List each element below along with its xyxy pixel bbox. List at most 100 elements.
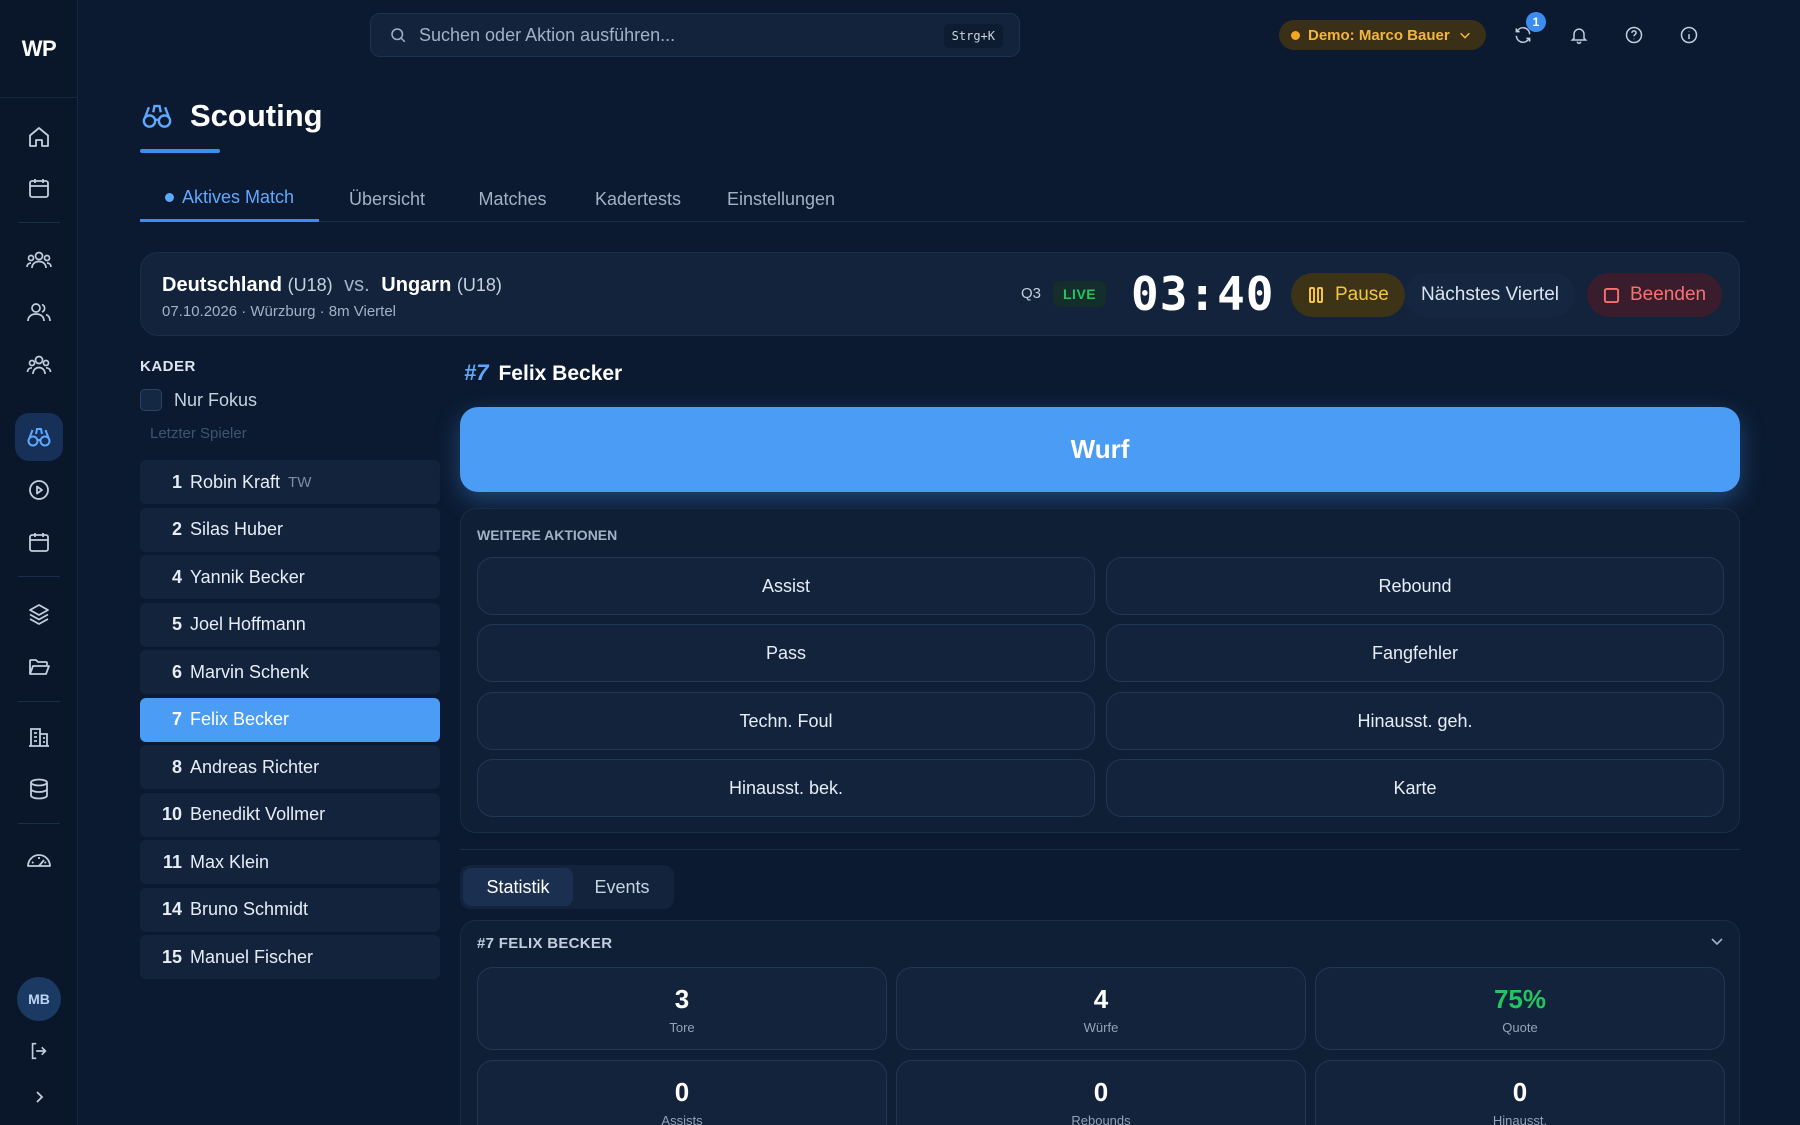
player-name: Silas Huber (190, 519, 284, 539)
sidebar-user-avatar[interactable]: MB (17, 977, 61, 1021)
end-match-button[interactable]: Beenden (1587, 273, 1723, 317)
search-input[interactable]: Suchen oder Aktion ausführen... Strg+K (370, 13, 1020, 57)
bell-icon[interactable] (1564, 20, 1594, 50)
player-row[interactable]: 11 Max Klein (140, 840, 440, 884)
player-row[interactable]: 4 Yannik Becker (140, 555, 440, 599)
stat-card-goals: 3 Tore (477, 967, 887, 1050)
pause-icon (1309, 287, 1323, 303)
action-exclusion-received-button[interactable]: Hinausst. geh. (1106, 692, 1724, 750)
demo-user-switcher[interactable]: Demo: Marco Bauer (1279, 20, 1486, 50)
player-row[interactable]: 6 Marvin Schenk (140, 650, 440, 694)
stat-value: 0 (1512, 1077, 1528, 1107)
player-name: Felix Becker (190, 709, 290, 729)
help-icon[interactable] (1619, 20, 1649, 50)
binoculars-icon (142, 104, 172, 128)
database-icon[interactable] (15, 765, 63, 813)
demo-status-dot (1291, 30, 1300, 40)
action-tech-foul-button[interactable]: Techn. Foul (477, 692, 1095, 750)
player-name: Marvin Schenk (190, 661, 310, 682)
stat-label: Hinausst. (1492, 1113, 1548, 1125)
player-number: 7 (171, 709, 182, 729)
tab-matches[interactable]: Matches (455, 176, 570, 222)
pause-button[interactable]: Pause (1291, 273, 1405, 317)
gauge-icon[interactable] (15, 836, 63, 884)
stat-value: 0 (674, 1077, 690, 1107)
users-icon[interactable] (15, 288, 63, 336)
stat-label: Rebounds (1071, 1113, 1131, 1125)
stat-value: 3 (674, 984, 690, 1014)
sidebar-divider (18, 576, 60, 577)
home-team: Deutschland (162, 274, 283, 296)
match-info: 07.10.2026 · Würzburg · 8m Viertel (162, 303, 397, 320)
info-icon[interactable] (1674, 20, 1704, 50)
live-dot (164, 193, 174, 202)
logout-icon[interactable] (15, 1027, 63, 1075)
player-name: Robin Kraft (190, 471, 281, 492)
sidebar: WP MB (0, 0, 78, 1125)
group-icon[interactable] (15, 341, 63, 389)
player-number: 2 (171, 519, 182, 539)
action-exclusion-drawn-button[interactable]: Hinausst. bek. (477, 759, 1095, 817)
chevron-down-icon (1459, 32, 1470, 39)
calendar-icon[interactable] (15, 164, 63, 212)
stat-card-shots: 4 Würfe (896, 967, 1306, 1050)
tab-statistik[interactable]: Statistik (463, 868, 573, 906)
action-rebound-button[interactable]: Rebound (1106, 557, 1724, 615)
player-row[interactable]: 7 Felix Becker (140, 697, 440, 742)
action-card-button[interactable]: Karte (1106, 759, 1724, 817)
action-fangfehler-button[interactable]: Fangfehler (1106, 624, 1724, 682)
player-role: TW (288, 473, 312, 491)
demo-user-label: Demo: Marco Bauer (1308, 26, 1450, 44)
selected-player-header: #7 Felix Becker (464, 360, 622, 386)
player-row[interactable]: 1 Robin Kraft TW (140, 460, 440, 504)
folder-icon[interactable] (15, 643, 63, 691)
stat-value: 0 (1093, 1077, 1109, 1107)
shot-action-button[interactable]: Wurf (460, 407, 1740, 492)
player-name: Joel Hoffmann (190, 614, 306, 634)
player-row[interactable]: 8 Andreas Richter (140, 745, 440, 789)
player-number: 5 (171, 614, 182, 634)
focus-filter-checkbox[interactable]: Nur Fokus (140, 389, 257, 411)
building-icon[interactable] (15, 713, 63, 761)
collapse-chevron-icon[interactable] (1709, 933, 1725, 949)
expand-chevron-icon[interactable] (15, 1073, 63, 1121)
match-teams: Deutschland (U18) vs. Ungarn (U18) (162, 274, 502, 297)
tab-kadertests[interactable]: Kadertests (570, 176, 706, 222)
team-icon[interactable] (15, 236, 63, 284)
player-row[interactable]: 10 Benedikt Vollmer (140, 792, 440, 837)
last-player-label: Letzter Spieler (150, 425, 247, 442)
tab-aktives-match[interactable]: Aktives Match (140, 176, 319, 222)
stat-label: Quote (1502, 1020, 1538, 1035)
action-assist-button[interactable]: Assist (477, 557, 1095, 615)
stat-card-quote: 75% Quote (1315, 967, 1725, 1050)
layers-icon[interactable] (15, 590, 63, 638)
stat-label: Würfe (1083, 1020, 1119, 1035)
tab-einstellungen[interactable]: Einstellungen (706, 176, 856, 222)
page-title-text: Scouting (190, 98, 323, 133)
player-number: 8 (171, 756, 182, 777)
player-name: Andreas Richter (190, 756, 320, 777)
player-row[interactable]: 14 Bruno Schmidt (140, 887, 440, 932)
sidebar-divider (18, 701, 60, 702)
next-quarter-button[interactable]: Nächstes Viertel (1405, 273, 1575, 317)
player-number: 15 (161, 946, 182, 967)
tab-events[interactable]: Events (573, 868, 671, 906)
stat-label: Assists (661, 1113, 703, 1125)
action-pass-button[interactable]: Pass (477, 624, 1095, 682)
home-icon[interactable] (15, 113, 63, 161)
main-tabs: Aktives Match Übersicht Matches Kadertes… (140, 176, 1745, 222)
video-play-icon[interactable] (15, 466, 63, 514)
selected-player-name: Felix Becker (498, 362, 623, 385)
topbar: Suchen oder Aktion ausführen... Strg+K D… (78, 0, 1800, 70)
player-number: 6 (171, 661, 182, 682)
checkbox[interactable] (140, 389, 162, 411)
stop-icon (1603, 287, 1620, 303)
app-logo[interactable]: WP (0, 0, 78, 98)
stat-card-rebounds: 0 Rebounds (896, 1060, 1306, 1125)
tab-uebersicht[interactable]: Übersicht (319, 176, 455, 222)
schedule-icon[interactable] (15, 518, 63, 566)
player-row[interactable]: 5 Joel Hoffmann (140, 602, 440, 647)
scouting-binoculars-icon[interactable] (15, 413, 63, 461)
player-row[interactable]: 2 Silas Huber (140, 507, 440, 552)
player-row[interactable]: 15 Manuel Fischer (140, 935, 440, 979)
